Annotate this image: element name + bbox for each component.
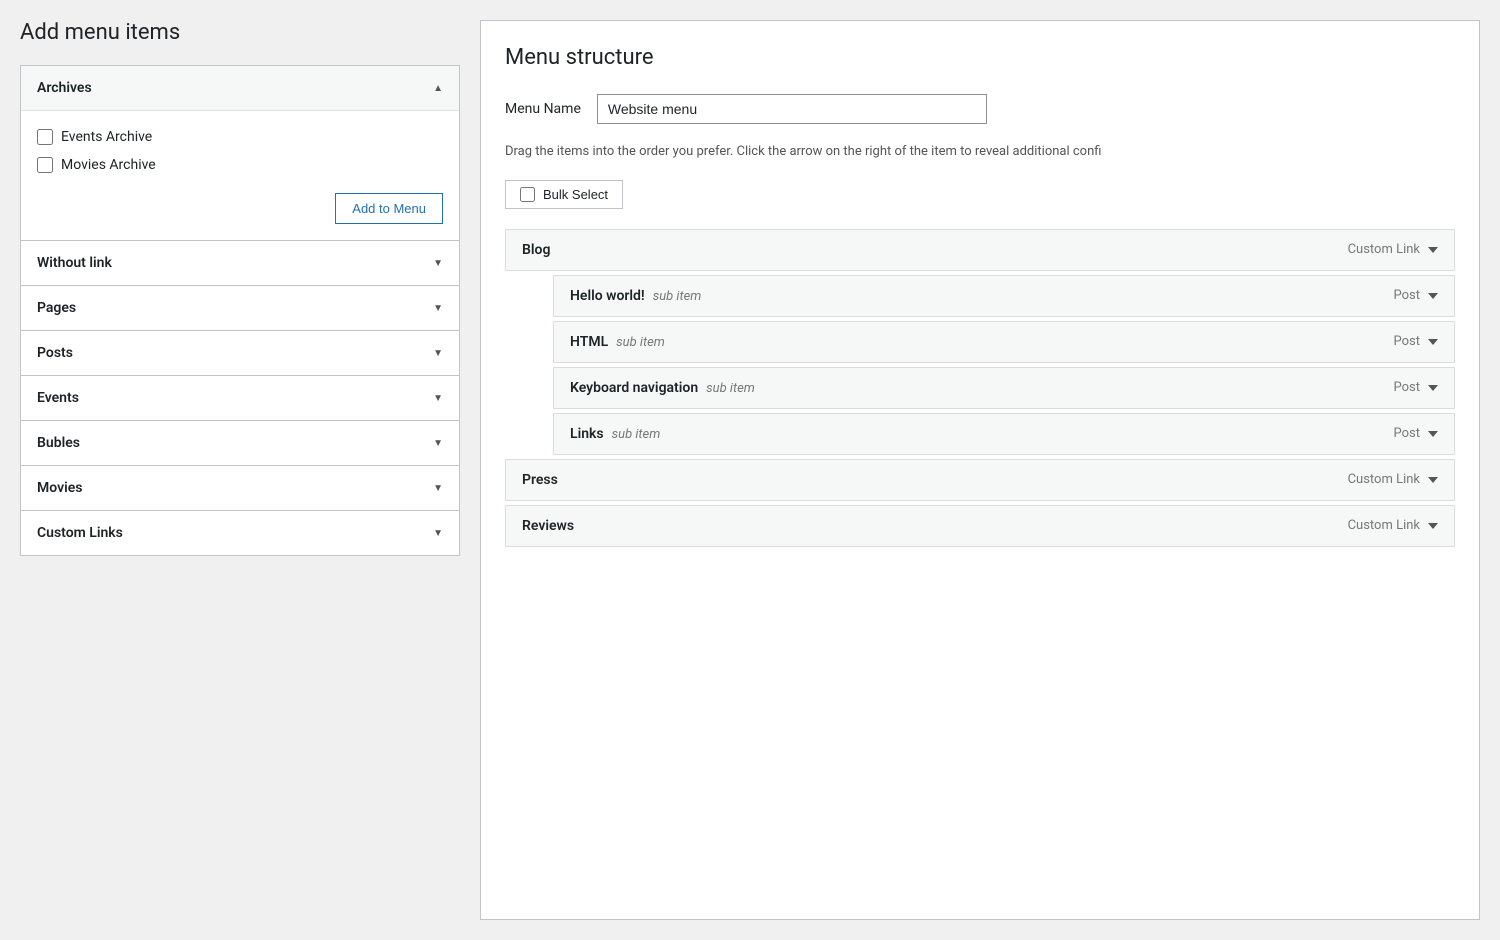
right-panel: Menu structure Menu Name Drag the items …: [480, 20, 1480, 920]
accordion-label-bubles: Bubles: [37, 435, 80, 451]
accordion-container: Archives ▲ Events Archive Movies Archive Add…: [20, 65, 460, 556]
menu-top-label-blog: Blog: [522, 242, 550, 258]
menu-top-press: Press Custom Link: [505, 459, 1455, 501]
menu-sub-tag-hello-world: sub item: [653, 289, 702, 304]
accordion-arrow-posts: ▼: [433, 348, 443, 359]
left-panel: Add menu items Archives ▲ Events Archive Mo…: [20, 20, 480, 920]
checkbox-events-archive[interactable]: [37, 129, 53, 145]
menu-items-container: BlogCustom LinkHello world!sub itemPostH…: [505, 229, 1455, 547]
accordion-header-bubles[interactable]: Bubles ▼: [21, 421, 459, 465]
accordion-body-archives: Events Archive Movies Archive Add to Menu: [21, 110, 459, 240]
accordion-archives: Archives ▲ Events Archive Movies Archive Add…: [20, 65, 460, 241]
menu-top-right-reviews: Custom Link: [1348, 518, 1438, 533]
accordion-without-link: Without link ▼: [20, 241, 460, 286]
bulk-select-button[interactable]: Bulk Select: [505, 180, 623, 209]
menu-sub-hello-world: Hello world! sub item Post: [553, 275, 1455, 317]
menu-sub-label-links: Links: [570, 426, 604, 442]
menu-sub-label-html: HTML: [570, 334, 608, 350]
drag-hint: Drag the items into the order you prefer…: [505, 142, 1455, 162]
accordion-label-custom-links: Custom Links: [37, 525, 123, 541]
menu-sub-type-html: Post: [1394, 334, 1421, 349]
menu-top-type-press: Custom Link: [1348, 472, 1420, 487]
menu-sub-left-keyboard-nav: Keyboard navigation sub item: [570, 380, 755, 396]
menu-sub-links: Links sub item Post: [553, 413, 1455, 455]
menu-top-right-press: Custom Link: [1348, 472, 1438, 487]
menu-sub-left-links: Links sub item: [570, 426, 660, 442]
accordion-posts: Posts ▼: [20, 331, 460, 376]
accordion-bubles: Bubles ▼: [20, 421, 460, 466]
menu-structure-title: Menu structure: [505, 45, 1455, 70]
menu-name-input[interactable]: [597, 94, 987, 124]
menu-top-blog: Blog Custom Link: [505, 229, 1455, 271]
menu-top-type-reviews: Custom Link: [1348, 518, 1420, 533]
accordion-header-archives[interactable]: Archives ▲: [21, 66, 459, 110]
accordion-header-posts[interactable]: Posts ▼: [21, 331, 459, 375]
add-btn-wrap: Add to Menu: [37, 193, 443, 224]
menu-sub-label-hello-world: Hello world!: [570, 288, 645, 304]
checkbox-item-movies-archive: Movies Archive: [37, 151, 443, 179]
checkbox-label-movies-archive[interactable]: Movies Archive: [61, 157, 156, 173]
menu-sub-right-hello-world: Post: [1394, 288, 1439, 303]
accordion-arrow-pages: ▼: [433, 303, 443, 314]
menu-sub-label-keyboard-nav: Keyboard navigation: [570, 380, 698, 396]
menu-sub-tag-links: sub item: [612, 427, 661, 442]
accordion-arrow-events: ▼: [433, 393, 443, 404]
accordion-label-pages: Pages: [37, 300, 76, 316]
chevron-down-icon-sub-links[interactable]: [1428, 431, 1438, 437]
accordion-header-movies[interactable]: Movies ▼: [21, 466, 459, 510]
menu-sub-type-links: Post: [1394, 426, 1421, 441]
bulk-select-label: Bulk Select: [543, 187, 608, 202]
chevron-down-icon-sub-html[interactable]: [1428, 339, 1438, 345]
menu-sub-type-keyboard-nav: Post: [1394, 380, 1421, 395]
chevron-down-icon-sub-keyboard-nav[interactable]: [1428, 385, 1438, 391]
add-to-menu-button[interactable]: Add to Menu: [335, 193, 443, 224]
menu-sub-left-hello-world: Hello world! sub item: [570, 288, 701, 304]
chevron-down-icon-reviews[interactable]: [1428, 523, 1438, 529]
accordion-arrow-archives: ▲: [433, 83, 443, 94]
chevron-down-icon-blog[interactable]: [1428, 247, 1438, 253]
menu-sub-type-hello-world: Post: [1394, 288, 1421, 303]
menu-sub-right-keyboard-nav: Post: [1394, 380, 1439, 395]
menu-sub-right-html: Post: [1394, 334, 1439, 349]
bulk-select-checkbox[interactable]: [520, 187, 535, 202]
menu-top-right-blog: Custom Link: [1348, 242, 1438, 257]
accordion-label-without-link: Without link: [37, 255, 112, 271]
menu-sub-tag-keyboard-nav: sub item: [706, 381, 755, 396]
menu-sub-keyboard-nav: Keyboard navigation sub item Post: [553, 367, 1455, 409]
accordion-arrow-without-link: ▼: [433, 258, 443, 269]
accordion-arrow-custom-links: ▼: [433, 528, 443, 539]
checkbox-movies-archive[interactable]: [37, 157, 53, 173]
accordion-custom-links: Custom Links ▼: [20, 511, 460, 556]
menu-top-label-reviews: Reviews: [522, 518, 574, 534]
accordion-pages: Pages ▼: [20, 286, 460, 331]
accordion-label-archives: Archives: [37, 80, 92, 96]
chevron-down-icon-sub-hello-world[interactable]: [1428, 293, 1438, 299]
checkbox-list-archives: Events Archive Movies Archive: [37, 123, 443, 179]
add-menu-items-title: Add menu items: [20, 20, 460, 45]
menu-sub-tag-html: sub item: [616, 335, 665, 350]
accordion-label-movies: Movies: [37, 480, 82, 496]
accordion-header-events[interactable]: Events ▼: [21, 376, 459, 420]
accordion-label-events: Events: [37, 390, 79, 406]
accordion-label-posts: Posts: [37, 345, 73, 361]
accordion-header-pages[interactable]: Pages ▼: [21, 286, 459, 330]
accordion-header-without-link[interactable]: Without link ▼: [21, 241, 459, 285]
accordion-arrow-bubles: ▼: [433, 438, 443, 449]
accordion-header-custom-links[interactable]: Custom Links ▼: [21, 511, 459, 555]
checkbox-item-events-archive: Events Archive: [37, 123, 443, 151]
menu-top-reviews: Reviews Custom Link: [505, 505, 1455, 547]
chevron-down-icon-press[interactable]: [1428, 477, 1438, 483]
accordion-events: Events ▼: [20, 376, 460, 421]
accordion-movies: Movies ▼: [20, 466, 460, 511]
menu-top-type-blog: Custom Link: [1348, 242, 1420, 257]
menu-sub-left-html: HTML sub item: [570, 334, 665, 350]
accordion-arrow-movies: ▼: [433, 483, 443, 494]
menu-name-label: Menu Name: [505, 101, 581, 117]
menu-sub-html: HTML sub item Post: [553, 321, 1455, 363]
menu-sub-right-links: Post: [1394, 426, 1439, 441]
checkbox-label-events-archive[interactable]: Events Archive: [61, 129, 152, 145]
menu-top-label-press: Press: [522, 472, 558, 488]
menu-name-row: Menu Name: [505, 94, 1455, 124]
